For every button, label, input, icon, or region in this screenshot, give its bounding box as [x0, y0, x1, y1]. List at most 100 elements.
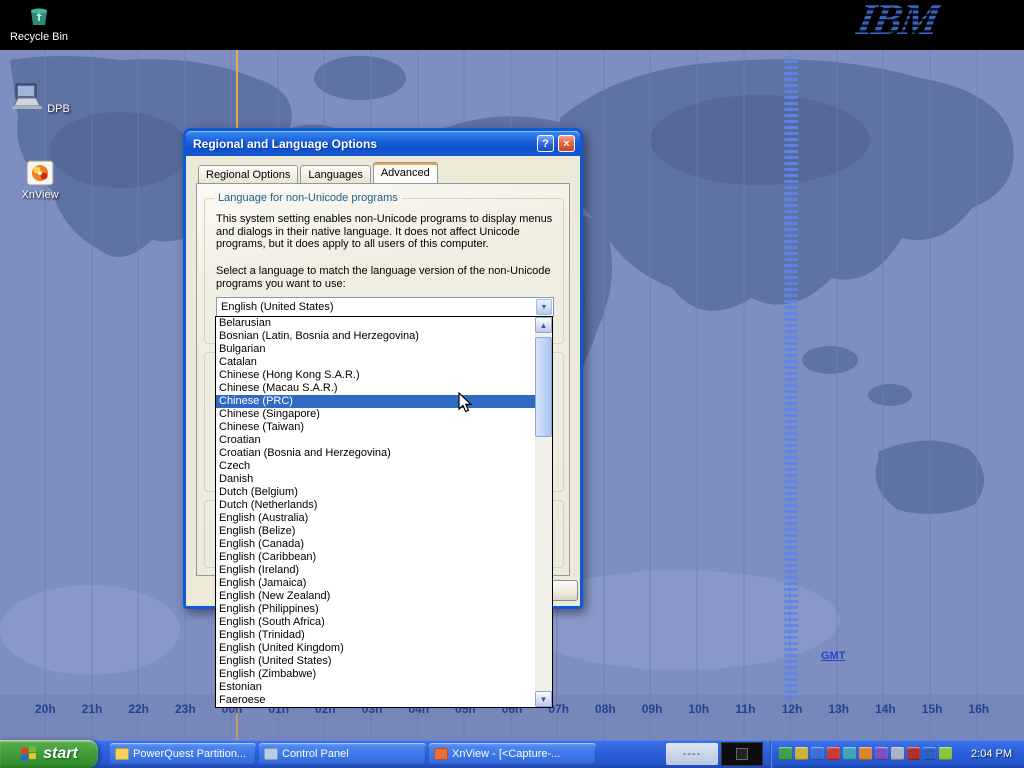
non-unicode-description: This system setting enables non-Unicode …	[216, 213, 558, 251]
arrow-up-icon: ▲	[540, 321, 548, 330]
language-option[interactable]: Estonian	[216, 681, 535, 694]
language-option[interactable]: Dutch (Belgium)	[216, 486, 535, 499]
taskbar-spacer-item[interactable]: ----	[666, 743, 718, 765]
language-option[interactable]: Chinese (Hong Kong S.A.R.)	[216, 369, 535, 382]
language-option[interactable]: Croatian (Bosnia and Herzegovina)	[216, 447, 535, 460]
language-option[interactable]: English (Caribbean)	[216, 551, 535, 564]
tab-label: Languages	[308, 169, 362, 181]
combobox-dropdown-button[interactable]: ▼	[536, 299, 552, 315]
hour-label: 23h	[162, 702, 209, 716]
hour-label: 11h	[722, 702, 769, 716]
xnview-label: XnView	[21, 189, 58, 201]
dialog-title: Regional and Language Options	[193, 137, 533, 151]
language-dropdown-list: Belarusian Bosnian (Latin, Bosnia and He…	[215, 316, 553, 708]
hour-label: 21h	[69, 702, 116, 716]
language-option[interactable]: Chinese (Macau S.A.R.)	[216, 382, 535, 395]
scroll-up-button[interactable]: ▲	[535, 317, 552, 333]
language-option[interactable]: Czech	[216, 460, 535, 473]
start-button[interactable]: start	[0, 740, 98, 768]
tab[interactable]: Languages	[300, 165, 370, 183]
scroll-down-button[interactable]: ▼	[535, 691, 552, 707]
desktop-icon-xnview[interactable]: XnView	[8, 160, 72, 201]
language-option[interactable]: English (South Africa)	[216, 616, 535, 629]
dpb-label: DPB	[47, 103, 70, 115]
tab[interactable]: Regional Options	[198, 165, 298, 183]
hour-label: 15h	[909, 702, 956, 716]
language-option[interactable]: Chinese (Singapore)	[216, 408, 535, 421]
desktop-icon-recycle-bin[interactable]: Recycle Bin	[8, 3, 70, 43]
language-option[interactable]: English (United Kingdom)	[216, 642, 535, 655]
language-option[interactable]: English (Ireland)	[216, 564, 535, 577]
language-option[interactable]: Bulgarian	[216, 343, 535, 356]
tray-icon[interactable]	[891, 747, 904, 760]
language-option[interactable]: Danish	[216, 473, 535, 486]
language-option[interactable]: English (United States)	[216, 655, 535, 668]
task-icon	[434, 748, 448, 760]
tray-icon[interactable]	[779, 747, 792, 760]
hour-label: 08h	[582, 702, 629, 716]
tray-icon[interactable]	[939, 747, 952, 760]
recycle-bin-label: Recycle Bin	[8, 31, 70, 43]
hour-label: 12h	[769, 702, 816, 716]
language-option[interactable]: English (Philippines)	[216, 603, 535, 616]
dark-app-icon	[736, 748, 748, 760]
language-option[interactable]: English (New Zealand)	[216, 590, 535, 603]
language-option[interactable]: Chinese (PRC)	[216, 395, 535, 408]
dialog-tabs: Regional Options Languages Advanced	[198, 162, 440, 183]
tab[interactable]: Advanced	[373, 162, 438, 183]
taskbar-task-button[interactable]: XnView - [<Capture-...	[429, 743, 596, 765]
tray-icon[interactable]	[923, 747, 936, 760]
language-option[interactable]: English (Australia)	[216, 512, 535, 525]
language-option[interactable]: Bosnian (Latin, Bosnia and Herzegovina)	[216, 330, 535, 343]
taskbar-task-button[interactable]: PowerQuest Partition...	[110, 743, 256, 765]
tray-icon[interactable]	[859, 747, 872, 760]
close-button[interactable]: ×	[558, 135, 575, 152]
language-option[interactable]: Dutch (Netherlands)	[216, 499, 535, 512]
start-label: start	[43, 745, 78, 763]
language-combobox[interactable]: English (United States) ▼	[216, 297, 554, 317]
language-option[interactable]: Chinese (Taiwan)	[216, 421, 535, 434]
xnview-icon	[25, 160, 55, 186]
hour-label: 22h	[115, 702, 162, 716]
mouse-cursor	[457, 392, 477, 414]
desktop-icon-dpb[interactable]: DPB	[8, 82, 72, 115]
language-option[interactable]: Catalan	[216, 356, 535, 369]
taskbar: start PowerQuest Partition... Control Pa…	[0, 740, 1024, 768]
language-list: Belarusian Bosnian (Latin, Bosnia and He…	[216, 317, 535, 707]
tray-icon[interactable]	[907, 747, 920, 760]
help-button[interactable]: ?	[537, 135, 554, 152]
tab-label: Regional Options	[206, 169, 290, 181]
language-option[interactable]: English (Trinidad)	[216, 629, 535, 642]
language-option[interactable]: Croatian	[216, 434, 535, 447]
task-icon	[115, 748, 129, 760]
language-option[interactable]: Faeroese	[216, 694, 535, 707]
taskbar-dark-item[interactable]	[721, 742, 763, 766]
language-option[interactable]: English (Jamaica)	[216, 577, 535, 590]
taskbar-clock[interactable]: 2:04 PM	[959, 740, 1024, 768]
tray-icon[interactable]	[811, 747, 824, 760]
tray-icon[interactable]	[875, 747, 888, 760]
language-option[interactable]: English (Belize)	[216, 525, 535, 538]
dropdown-scrollbar[interactable]: ▲ ▼	[535, 317, 552, 707]
tab-label: Advanced	[381, 167, 430, 179]
task-label: XnView - [<Capture-...	[452, 748, 591, 760]
tray-icon[interactable]	[843, 747, 856, 760]
hour-label: 20h	[22, 702, 69, 716]
tray-icon[interactable]	[795, 747, 808, 760]
gmt-label: GMT	[821, 650, 845, 662]
language-option[interactable]: English (Zimbabwe)	[216, 668, 535, 681]
tray-icon[interactable]	[827, 747, 840, 760]
taskbar-task-button[interactable]: Control Panel	[259, 743, 426, 765]
hour-label: 16h	[955, 702, 1002, 716]
dialog-titlebar[interactable]: Regional and Language Options ? ×	[186, 131, 580, 156]
laptop-icon	[10, 82, 44, 112]
combobox-value: English (United States)	[221, 301, 334, 313]
language-option[interactable]: Belarusian	[216, 317, 535, 330]
task-label: PowerQuest Partition...	[133, 748, 251, 760]
groupbox-title: Language for non-Unicode programs	[214, 192, 402, 204]
taskbar-tasks: PowerQuest Partition... Control Panel Xn…	[110, 743, 596, 765]
hour-label: 14h	[862, 702, 909, 716]
language-option[interactable]: English (Canada)	[216, 538, 535, 551]
hour-label: 13h	[815, 702, 862, 716]
scrollbar-thumb[interactable]	[535, 337, 552, 437]
